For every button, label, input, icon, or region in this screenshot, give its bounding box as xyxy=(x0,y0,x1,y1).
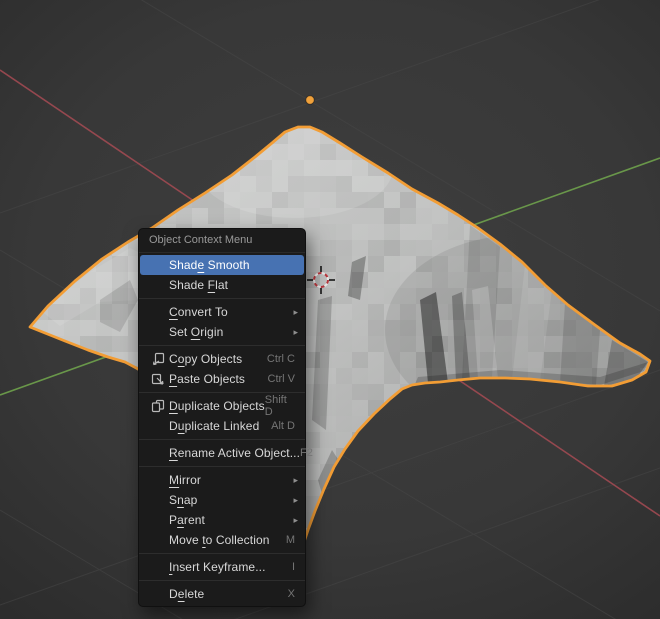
menu-item-rename-active-object[interactable]: Rename Active Object... F2 xyxy=(140,443,313,463)
menu-item-label: Copy Objects xyxy=(169,352,243,366)
blender-3d-viewport[interactable]: Object Context Menu Shade Smooth Shade Fl… xyxy=(0,0,660,619)
menu-item-duplicate-linked[interactable]: Duplicate Linked Alt D xyxy=(140,416,304,436)
menu-item-shortcut: Alt D xyxy=(271,420,295,432)
menu-item-shortcut: Ctrl V xyxy=(267,373,296,385)
menu-item-shortcut: Ctrl C xyxy=(266,353,295,365)
menu-item-duplicate-objects[interactable]: Duplicate Objects Shift D xyxy=(140,394,304,418)
menu-separator xyxy=(139,392,305,393)
copy-icon xyxy=(147,352,169,366)
menu-item-shortcut: X xyxy=(287,588,295,600)
submenu-arrow-icon: ▸ xyxy=(293,494,298,505)
submenu-arrow-icon: ▸ xyxy=(293,514,298,525)
menu-item-label: Insert Keyframe... xyxy=(169,560,266,574)
submenu-arrow-icon: ▸ xyxy=(293,474,298,485)
submenu-arrow-icon: ▸ xyxy=(293,326,298,337)
menu-item-convert-to[interactable]: Convert To ▸ xyxy=(140,302,304,322)
object-context-menu: Object Context Menu Shade Smooth Shade Fl… xyxy=(138,228,313,607)
menu-item-insert-keyframe[interactable]: Insert Keyframe... I xyxy=(140,557,304,577)
menu-item-shortcut: F2 xyxy=(300,447,313,459)
cloth-mesh[interactable] xyxy=(16,112,660,585)
menu-item-label: Shade Flat xyxy=(169,278,229,292)
menu-item-label: Delete xyxy=(169,587,205,601)
origin-dot[interactable] xyxy=(305,95,315,105)
menu-item-move-to-collection[interactable]: Move to Collection M xyxy=(140,530,304,550)
menu-item-shade-flat[interactable]: Shade Flat xyxy=(140,275,304,295)
menu-item-paste-objects[interactable]: Paste Objects Ctrl V xyxy=(140,369,304,389)
menu-item-parent[interactable]: Parent ▸ xyxy=(140,510,304,530)
menu-separator xyxy=(139,466,305,467)
menu-separator xyxy=(139,298,305,299)
viewport-canvas[interactable] xyxy=(0,0,660,619)
menu-item-label: Shade Smooth xyxy=(169,258,250,272)
menu-title: Object Context Menu xyxy=(139,229,305,253)
menu-separator xyxy=(139,345,305,346)
menu-item-label: Paste Objects xyxy=(169,372,246,386)
menu-item-snap[interactable]: Snap ▸ xyxy=(140,490,304,510)
paste-icon xyxy=(147,372,169,386)
menu-separator xyxy=(139,553,305,554)
menu-item-copy-objects[interactable]: Copy Objects Ctrl C xyxy=(140,349,304,369)
menu-item-label: Set Origin xyxy=(169,325,224,339)
menu-item-shade-smooth[interactable]: Shade Smooth xyxy=(140,255,304,275)
menu-item-label: Parent xyxy=(169,513,205,527)
menu-item-label: Move to Collection xyxy=(169,533,270,547)
menu-item-label: Duplicate Linked xyxy=(169,419,260,433)
menu-item-label: Mirror xyxy=(169,473,201,487)
duplicate-icon xyxy=(147,399,169,413)
menu-separator xyxy=(139,580,305,581)
menu-item-shortcut: Shift D xyxy=(264,394,287,418)
menu-item-mirror[interactable]: Mirror ▸ xyxy=(140,470,304,490)
menu-item-shortcut: I xyxy=(291,561,295,573)
menu-item-label: Duplicate Objects xyxy=(169,399,265,413)
menu-item-shortcut: M xyxy=(285,534,295,546)
menu-item-label: Rename Active Object... xyxy=(169,446,301,460)
menu-separator xyxy=(139,439,305,440)
menu-item-delete[interactable]: Delete X xyxy=(140,584,304,604)
menu-item-set-origin[interactable]: Set Origin ▸ xyxy=(140,322,304,342)
menu-item-label: Snap xyxy=(169,493,198,507)
menu-item-label: Convert To xyxy=(169,305,228,319)
submenu-arrow-icon: ▸ xyxy=(293,306,298,317)
